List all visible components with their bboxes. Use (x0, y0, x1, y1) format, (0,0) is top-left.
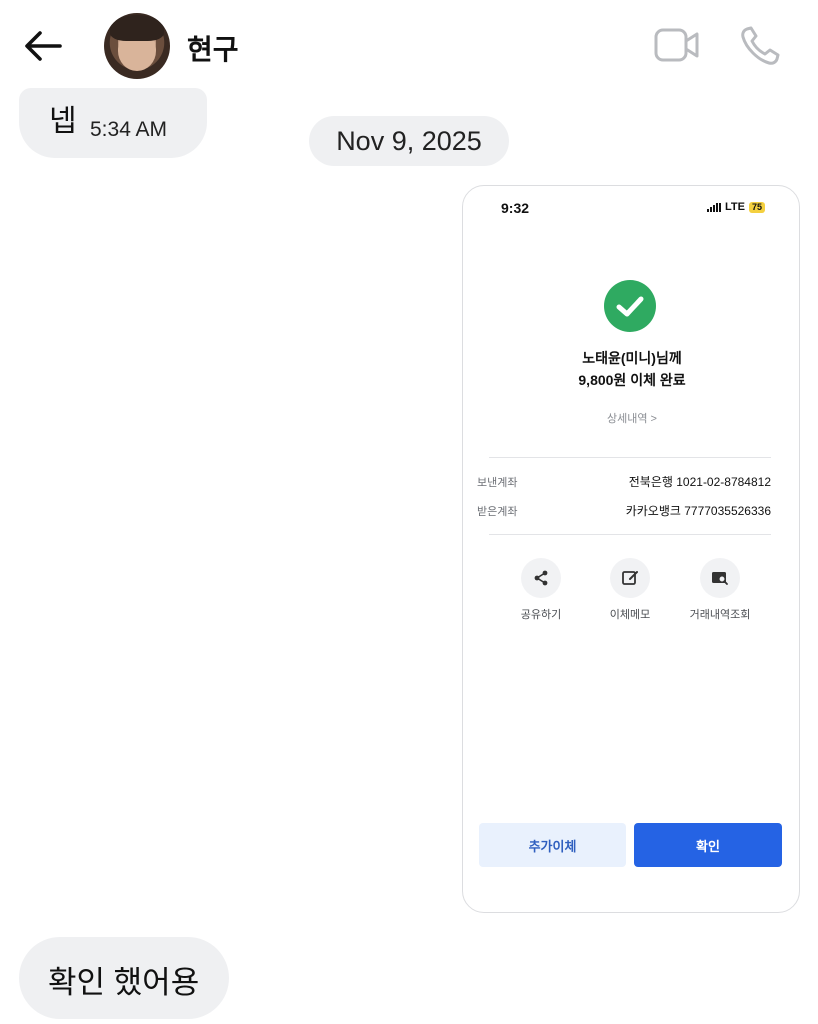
contact-name[interactable]: 현구 (187, 28, 239, 68)
avatar[interactable] (104, 13, 170, 79)
memo-label: 이체메모 (609, 609, 651, 621)
divider (489, 534, 771, 535)
sent-account-label: 보낸계좌 (477, 477, 518, 489)
share-icon (521, 558, 561, 598)
status-bar-right: LTE 75 (707, 201, 765, 213)
received-account-value: 카카오뱅크 7777035526336 (625, 504, 771, 518)
chat-header: 현구 (0, 0, 818, 92)
message-timestamp: 5:34 AM (90, 118, 168, 141)
back-arrow-icon[interactable] (22, 28, 62, 64)
transaction-search-icon (700, 558, 740, 598)
additional-transfer-button[interactable]: 추가이체 (479, 823, 626, 867)
signal-icon (707, 202, 721, 212)
transaction-history-button[interactable]: 거래내역조회 (678, 558, 762, 622)
received-account-label: 받은계좌 (477, 506, 518, 518)
battery-level: 75 (748, 201, 765, 213)
sent-account-value: 전북은행 1021-02-8784812 (628, 475, 771, 489)
transaction-history-label: 거래내역조회 (689, 609, 751, 621)
share-label: 공유하기 (520, 609, 562, 621)
divider (489, 457, 771, 458)
memo-edit-icon (610, 558, 650, 598)
check-success-icon (604, 280, 656, 332)
avatar-hair (110, 15, 164, 41)
date-separator: Nov 9, 2025 (309, 116, 509, 166)
network-type: LTE (725, 201, 745, 213)
transfer-amount: 9,800원 이체 완료 (578, 372, 686, 388)
message-text: 확인 했어용 (48, 965, 200, 1000)
phone-call-icon[interactable] (738, 24, 782, 68)
transfer-recipient: 노태윤(미니)님께 (582, 350, 682, 366)
image-message-screenshot[interactable]: 9:32 LTE 75 노태윤(미니)님께 9,800원 이체 완료 상세내역 … (462, 185, 800, 913)
message-text: 넵 (49, 105, 77, 138)
memo-button[interactable]: 이체메모 (588, 558, 672, 622)
detail-link[interactable]: 상세내역 > (463, 410, 799, 426)
confirm-button[interactable]: 확인 (634, 823, 782, 867)
video-call-icon[interactable] (654, 27, 700, 63)
message-bubble-received[interactable]: 넵 5:34 AM (19, 88, 207, 158)
share-button[interactable]: 공유하기 (499, 558, 583, 622)
status-bar-time: 9:32 (501, 200, 530, 216)
message-bubble-received[interactable]: 확인 했어용 (19, 937, 229, 1019)
